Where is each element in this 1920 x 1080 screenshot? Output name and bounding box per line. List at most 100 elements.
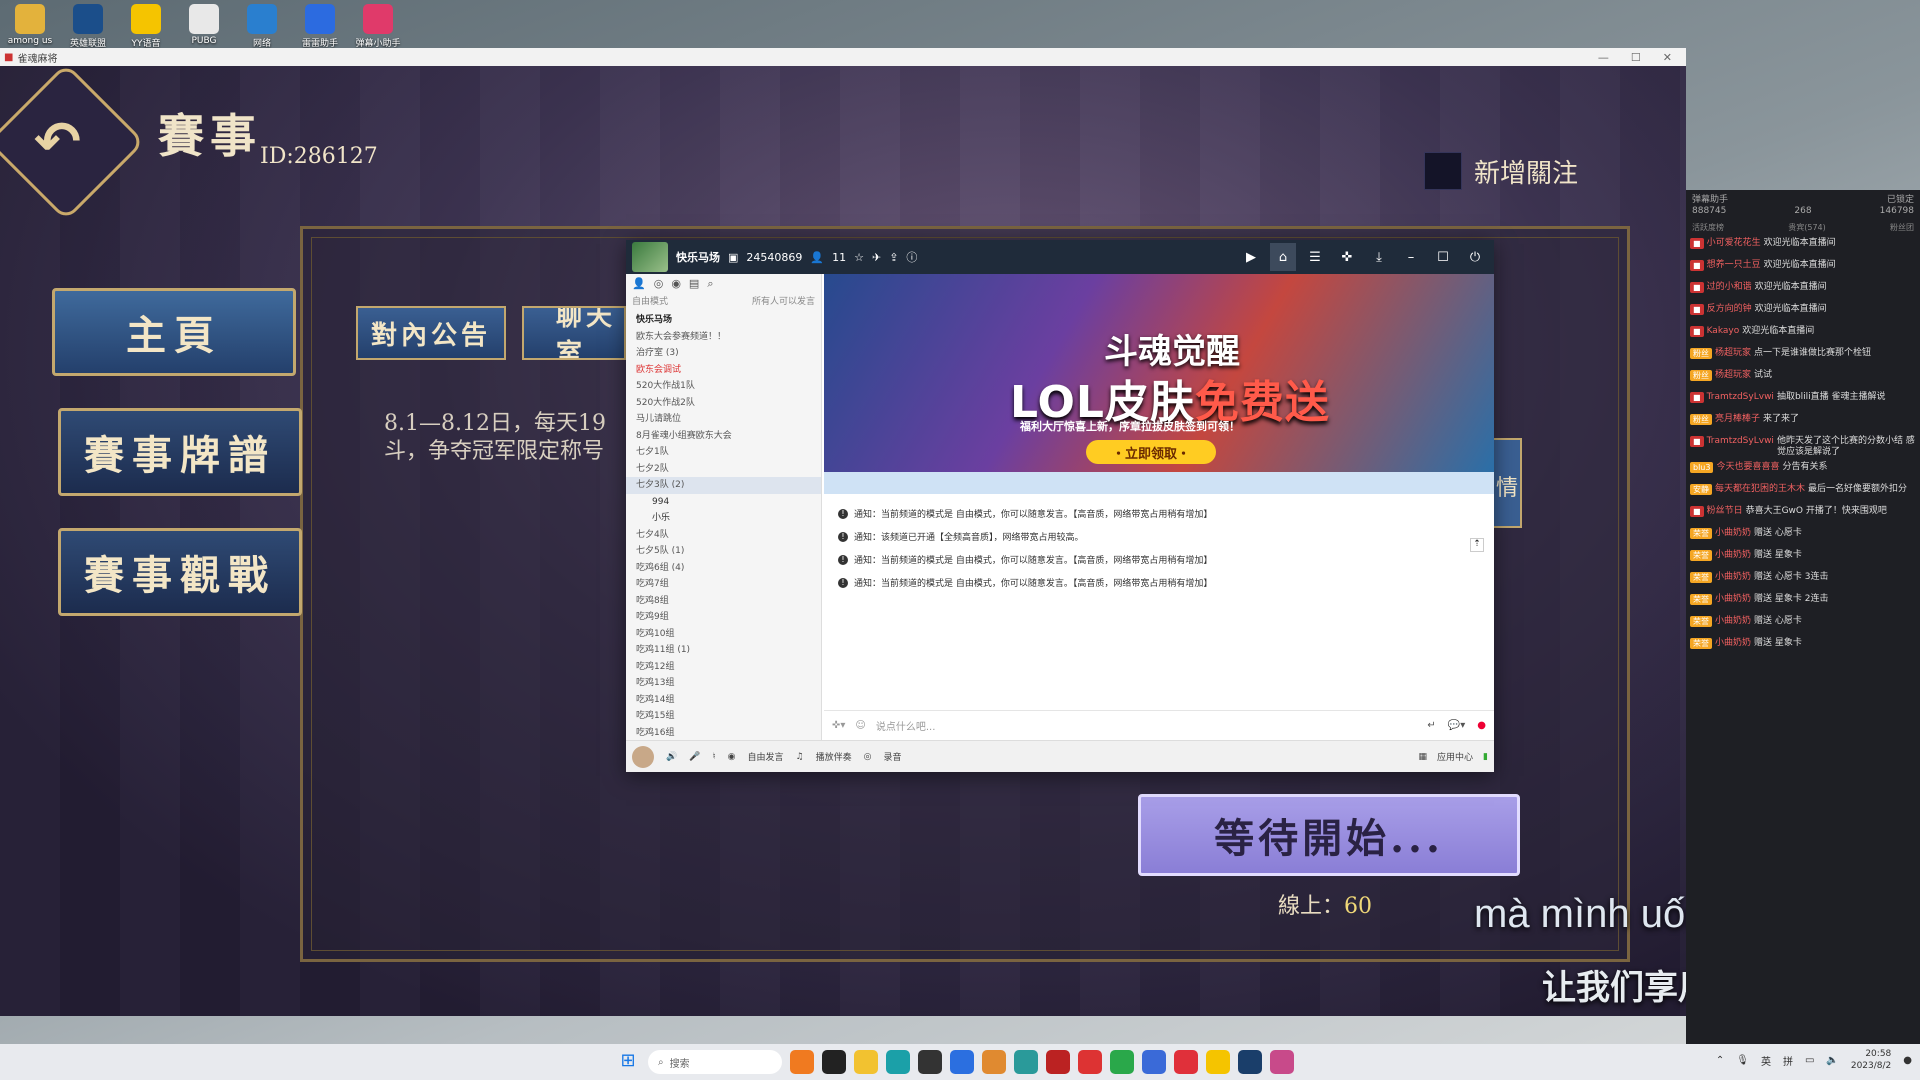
close-icon[interactable]: ✕: [1663, 51, 1672, 64]
equalizer-icon[interactable]: ♮: [712, 752, 715, 762]
list-icon[interactable]: ☰: [1302, 243, 1328, 271]
video-icon[interactable]: ▶: [1238, 243, 1264, 271]
record-button[interactable]: 录音: [883, 750, 901, 763]
danmaku-user[interactable]: 反方向的钟: [1707, 304, 1752, 315]
tab-activity[interactable]: 活跃度榜: [1692, 222, 1724, 236]
taskbar-app-game-icon[interactable]: [1270, 1050, 1294, 1074]
danmaku-user[interactable]: 小曲奶奶: [1715, 638, 1751, 649]
channel-item[interactable]: 吃鸡14组: [636, 692, 821, 709]
taskbar-app-target-icon[interactable]: [1078, 1050, 1102, 1074]
danmaku-user[interactable]: TramtzdSyLvwi: [1707, 392, 1774, 403]
taskbar-app-ball-icon[interactable]: [918, 1050, 942, 1074]
danmaku-user[interactable]: 杨超玩家: [1715, 370, 1751, 381]
chat-input[interactable]: 说点什么吧...: [876, 718, 1236, 733]
info-icon[interactable]: ⓘ: [906, 249, 917, 265]
gamepad-icon[interactable]: ✜: [1334, 243, 1360, 271]
channel-item[interactable]: 吃鸡10组: [636, 626, 821, 643]
taskbar-app-blue-icon[interactable]: [950, 1050, 974, 1074]
favorite-icon[interactable]: ☆: [854, 251, 864, 264]
download-icon[interactable]: ⤓: [1366, 243, 1392, 271]
nav-watch-button[interactable]: 賽事觀戰: [58, 528, 302, 616]
desktop-icon[interactable]: PUBG: [178, 4, 230, 49]
channel-item[interactable]: 8月雀魂小组赛欧东大会: [636, 428, 821, 445]
channel-item[interactable]: 快乐马场: [636, 312, 821, 329]
play-music-button[interactable]: 播放伴奏: [816, 750, 852, 763]
banner-claim-button[interactable]: ・立即领取・: [1086, 440, 1216, 464]
danmaku-user[interactable]: 小曲奶奶: [1715, 594, 1751, 605]
desktop-icon[interactable]: 雷雷助手: [294, 4, 346, 49]
location-icon[interactable]: ◉: [671, 277, 681, 291]
channel-item[interactable]: 欧东大会参赛频道！！: [636, 329, 821, 346]
danmaku-user[interactable]: Kakayo: [1707, 326, 1740, 337]
follow-button[interactable]: 新增關注: [1424, 152, 1578, 190]
mic-tray-icon[interactable]: 🎙: [1736, 1055, 1749, 1066]
pin-icon[interactable]: ⇡: [1470, 538, 1484, 552]
minimize-icon[interactable]: –: [1398, 243, 1424, 271]
volume-icon[interactable]: 🔈: [1826, 1055, 1838, 1066]
home-icon[interactable]: ⌂: [1270, 243, 1296, 271]
channel-item[interactable]: 520大作战2队: [636, 395, 821, 412]
app-center-button[interactable]: 应用中心: [1437, 750, 1473, 763]
desktop-icon[interactable]: 网络: [236, 4, 288, 49]
emoji-icon[interactable]: ☺: [855, 720, 865, 731]
notification-icon[interactable]: ●: [1903, 1055, 1912, 1066]
channel-item[interactable]: 吃鸡11组 (1): [636, 642, 821, 659]
danmaku-user[interactable]: 小曲奶奶: [1715, 616, 1751, 627]
danmaku-user[interactable]: 小曲奶奶: [1715, 572, 1751, 583]
danmaku-user[interactable]: 小可爱花花生: [1707, 238, 1761, 249]
taskbar-app-orange-icon[interactable]: [982, 1050, 1006, 1074]
channel-item[interactable]: 七夕2队: [636, 461, 821, 478]
gamepad-small-icon[interactable]: ✜▾: [832, 720, 845, 731]
danmaku-user[interactable]: 小曲奶奶: [1715, 528, 1751, 539]
channel-item[interactable]: 欧东会调试: [636, 362, 821, 379]
channel-item[interactable]: 吃鸡9组: [636, 609, 821, 626]
search-icon[interactable]: ⌕: [707, 277, 713, 291]
danmaku-user[interactable]: 杨超玩家: [1715, 348, 1751, 359]
channel-item[interactable]: 小乐: [636, 510, 821, 527]
channel-item[interactable]: 520大作战1队: [636, 378, 821, 395]
danmaku-user[interactable]: 想养一只土豆: [1707, 260, 1761, 271]
taskbar-app-steam-icon[interactable]: [1238, 1050, 1262, 1074]
taskbar-app-edge-icon[interactable]: [886, 1050, 910, 1074]
taskbar-app-book-icon[interactable]: [822, 1050, 846, 1074]
plane-icon[interactable]: ✈: [872, 251, 881, 264]
nav-home-button[interactable]: 主頁: [52, 288, 296, 376]
danmaku-user[interactable]: 小曲奶奶: [1715, 550, 1751, 561]
desktop-icon[interactable]: 英雄联盟: [62, 4, 114, 49]
promo-banner[interactable]: 斗魂觉醒 LOL皮肤免费送 福利大厅惊喜上新，序章拉拔皮肤签到可领！ ・立即领取…: [824, 274, 1494, 472]
taskbar-app-netease-icon[interactable]: [1174, 1050, 1198, 1074]
send-icon[interactable]: ↵: [1427, 720, 1435, 731]
tab-vip[interactable]: 贵宾(574): [1788, 222, 1826, 236]
details-button[interactable]: 情: [1492, 438, 1522, 528]
tab-announcement[interactable]: 對內公告: [356, 306, 506, 360]
danmaku-user[interactable]: 每天都在犯困的王木木: [1715, 484, 1805, 495]
danmaku-user[interactable]: 过的小和谐: [1707, 282, 1752, 293]
channel-item[interactable]: 吃鸡7组: [636, 576, 821, 593]
avatar[interactable]: [632, 745, 654, 768]
channel-item[interactable]: 吃鸡13组: [636, 675, 821, 692]
danmaku-user[interactable]: 今天也要喜喜喜: [1716, 462, 1779, 473]
channel-item[interactable]: 七夕1队: [636, 444, 821, 461]
ime2-label[interactable]: 拼: [1783, 1053, 1793, 1068]
tab-chatroom[interactable]: 聊天室: [522, 306, 626, 360]
lock-status[interactable]: 已锁定: [1887, 192, 1914, 205]
desktop-icon[interactable]: among us: [4, 4, 56, 49]
minimize-icon[interactable]: —: [1598, 51, 1609, 64]
tray-arrow-icon[interactable]: ⌃: [1716, 1055, 1724, 1066]
channel-item[interactable]: 吃鸡16组: [636, 725, 821, 742]
taskbar-app-fire-icon[interactable]: [790, 1050, 814, 1074]
bubble-icon[interactable]: 💬▾: [1448, 720, 1465, 731]
taskbar-app-wechat-icon[interactable]: [1110, 1050, 1134, 1074]
channel-item[interactable]: 吃鸡12组: [636, 659, 821, 676]
taskbar-app-chrome-icon[interactable]: [1014, 1050, 1038, 1074]
channel-item[interactable]: 吃鸡6组 (4): [636, 560, 821, 577]
channel-item[interactable]: 吃鸡8组: [636, 593, 821, 610]
taskbar-app-yy-icon[interactable]: [1206, 1050, 1230, 1074]
desktop-icon[interactable]: 弹幕小助手: [352, 4, 404, 49]
danmaku-user[interactable]: TramtzdSyLvwi: [1707, 436, 1774, 447]
clock[interactable]: 20:58 2023/8/2: [1851, 1048, 1891, 1072]
channel-item[interactable]: 994: [636, 494, 821, 511]
mic-icon[interactable]: 🎤: [689, 752, 700, 762]
taskbar-app-folder-icon[interactable]: [854, 1050, 878, 1074]
danmaku-user[interactable]: 粉丝节日: [1707, 506, 1743, 517]
